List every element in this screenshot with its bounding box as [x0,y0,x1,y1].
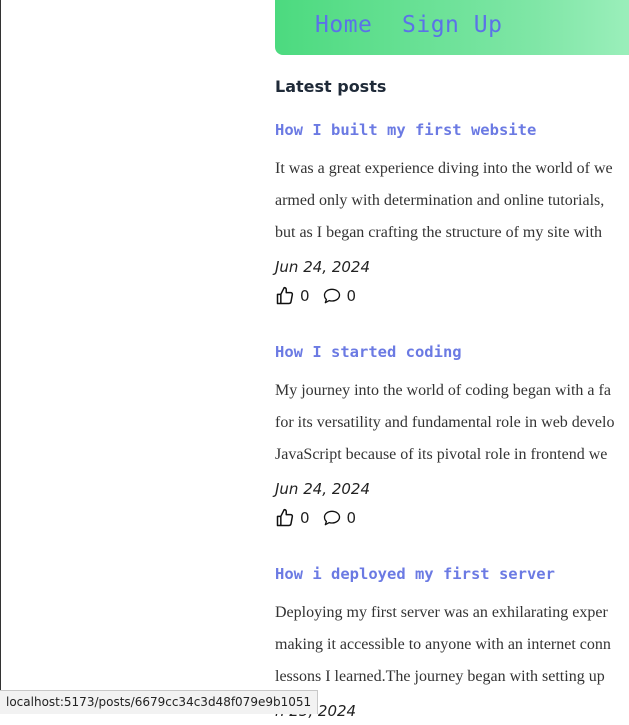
excerpt-line: making it accessible to anyone with an i… [275,636,611,653]
post-actions: 0 0 [275,283,629,309]
comment-bubble-icon [323,510,340,526]
post-title-link[interactable]: How I started coding [275,340,629,364]
thumbs-up-icon [276,508,294,527]
excerpt-line: It was a great experience diving into th… [275,160,613,177]
like-button[interactable]: 0 [275,508,310,528]
post-card: How I started coding My journey into the… [275,340,629,531]
section-title: Latest posts [275,77,387,96]
post-card: How i deployed my first server Deploying… [275,562,629,725]
excerpt-line: but as I began crafting the structure of… [275,224,603,241]
excerpt-line: lessons I learned.The journey began with… [275,668,605,685]
like-count: 0 [300,509,310,527]
comment-button[interactable]: 0 [322,286,357,306]
excerpt-line: My journey into the world of coding bega… [275,382,611,399]
post-title-link[interactable]: How i deployed my first server [275,562,629,586]
excerpt-line: Deploying my first server was an exhilar… [275,604,608,621]
post-card: How I built my first website It was a gr… [275,118,629,309]
excerpt-line: for its versatility and fundamental role… [275,414,615,431]
post-date: n 25, 2024 [275,702,357,720]
top-navbar: Home Sign Up [275,0,629,55]
comment-bubble-icon [323,288,340,304]
thumbs-up-icon [276,286,294,305]
post-date: Jun 24, 2024 [275,258,371,276]
post-actions: 0 0 [275,505,629,531]
comment-button[interactable]: 0 [322,508,357,528]
like-count: 0 [300,287,310,305]
like-button[interactable]: 0 [275,286,310,306]
excerpt-line: armed only with determination and online… [275,192,605,209]
post-excerpt: Deploying my first server was an exhilar… [275,597,629,693]
nav-signup-link[interactable]: Sign Up [402,12,502,38]
post-excerpt: It was a great experience diving into th… [275,153,629,249]
browser-status-bar-url: localhost:5173/posts/6679cc34c3d48f079e9… [0,690,319,714]
post-excerpt: My journey into the world of coding bega… [275,375,629,471]
comment-count: 0 [346,509,357,527]
post-date: Jun 24, 2024 [275,480,371,498]
post-title-link[interactable]: How I built my first website [275,118,629,142]
excerpt-line: JavaScript because of its pivotal role i… [275,446,608,463]
nav-home-link[interactable]: Home [315,12,372,38]
comment-count: 0 [346,287,357,305]
page-left-border [0,0,1,713]
